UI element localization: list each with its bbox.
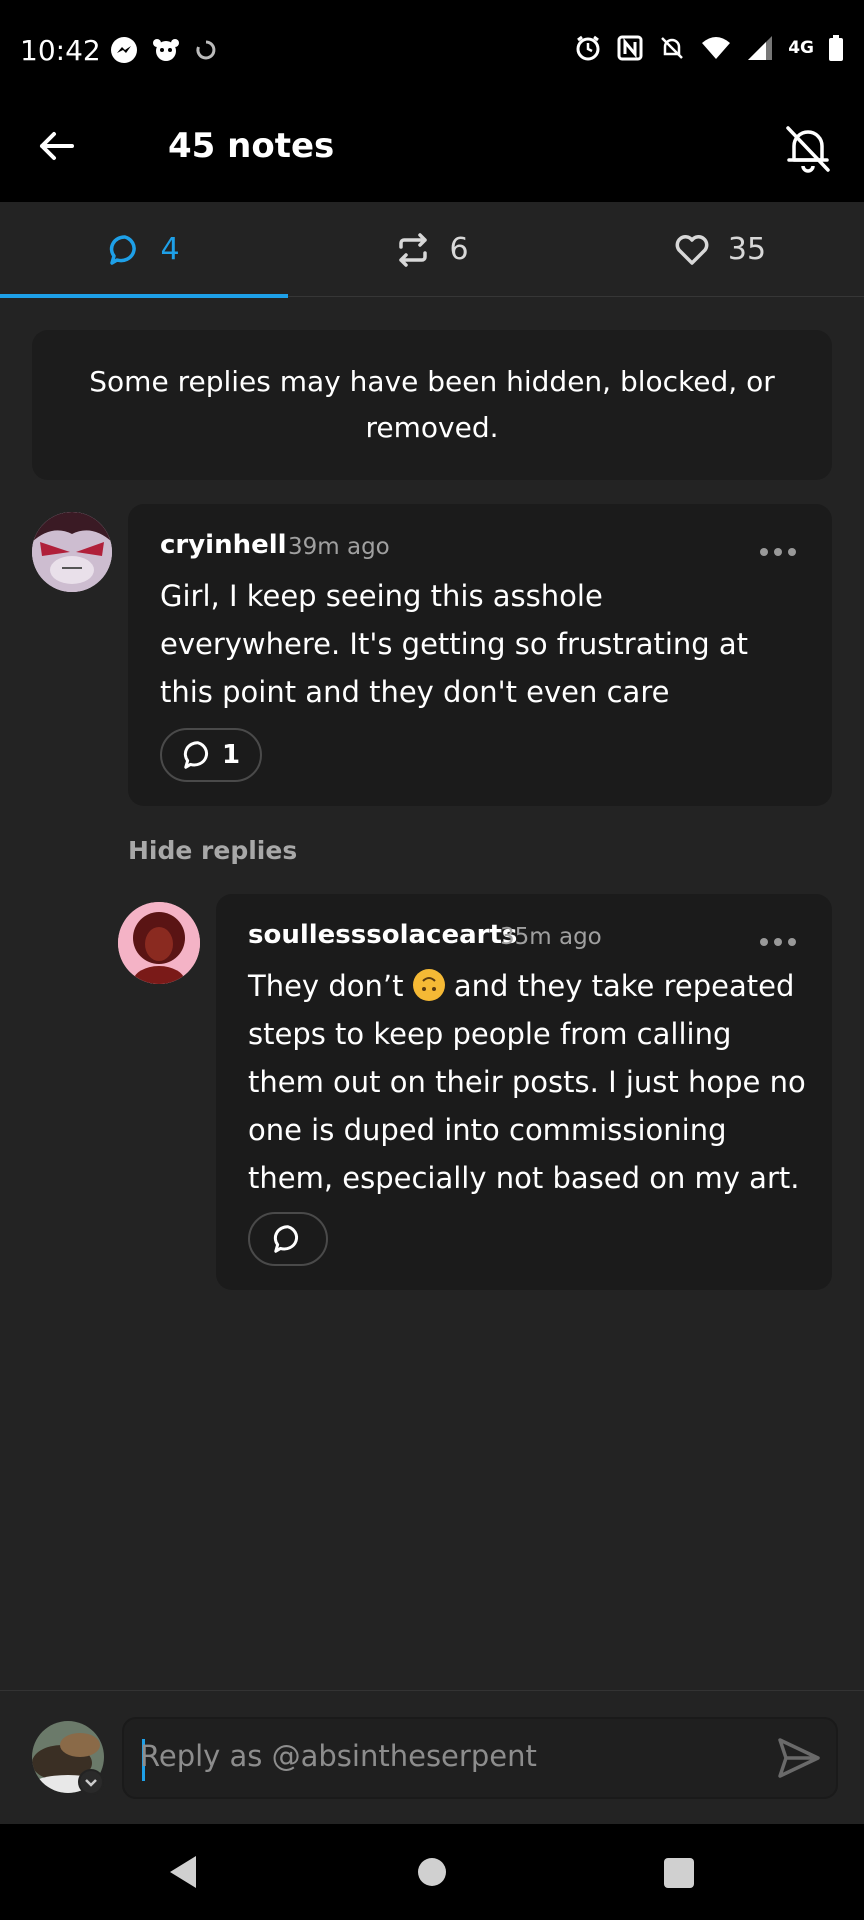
- status-notification-icons: [110, 36, 218, 64]
- mute-notifications-button[interactable]: [780, 120, 836, 176]
- battery-icon: [829, 35, 843, 61]
- nav-back-icon[interactable]: [166, 1854, 198, 1890]
- comment-timestamp: 39m ago: [288, 534, 390, 560]
- arrow-left-icon: [40, 132, 74, 160]
- comment-username[interactable]: cryinhell: [160, 530, 287, 560]
- network-type: 4G: [788, 38, 814, 58]
- reblogs-count: 6: [449, 232, 469, 267]
- status-time: 10:42: [20, 34, 101, 67]
- nfc-icon: [617, 35, 643, 61]
- reply-more-button[interactable]: [760, 936, 796, 948]
- chevron-down-icon: [85, 1779, 97, 1787]
- hidden-replies-notice: Some replies may have been hidden, block…: [32, 330, 832, 480]
- reply-bubble: soullesssolacearts 35m ago They don’t an…: [216, 894, 832, 1290]
- comment-icon: [110, 234, 137, 265]
- reply-input[interactable]: Reply as @absintheserpent: [122, 1717, 838, 1799]
- messenger-icon: [111, 37, 137, 63]
- reply-to-reply-button[interactable]: [248, 1212, 328, 1266]
- avatar-image: [32, 512, 112, 592]
- comment-icon: [273, 1225, 299, 1253]
- account-switcher-button[interactable]: [78, 1769, 104, 1795]
- tab-replies[interactable]: 4: [0, 202, 288, 298]
- app-bar: 45 notes: [0, 100, 864, 202]
- alarm-icon: [576, 35, 600, 61]
- comment-text: Girl, I keep seeing this asshole everywh…: [160, 579, 749, 709]
- likes-count: 35: [727, 232, 767, 267]
- signal-icon: [748, 36, 773, 60]
- nav-home-button[interactable]: [418, 1858, 446, 1886]
- upside-down-face-emoji-icon: [412, 969, 445, 1001]
- status-bar: 10:42 4G: [0, 0, 864, 100]
- tab-likes[interactable]: 35: [576, 202, 864, 297]
- page-title: 45 notes: [168, 126, 335, 166]
- comment-bubble: cryinhell 39m ago Girl, I keep seeing th…: [128, 504, 832, 806]
- reply-timestamp: 35m ago: [500, 924, 602, 950]
- reply-text-part: They don’t: [248, 969, 404, 1003]
- reply-count: 1: [221, 740, 241, 770]
- tab-reblogs[interactable]: 6: [288, 202, 576, 297]
- notifications-off-icon: [661, 37, 684, 59]
- reply-username[interactable]: soullesssolacearts: [248, 920, 517, 950]
- bell-off-icon: [786, 126, 830, 173]
- avatar-image: [118, 902, 200, 984]
- comment-more-button[interactable]: [760, 546, 796, 558]
- avatar[interactable]: [32, 512, 112, 592]
- system-nav-bar: [0, 1824, 864, 1920]
- wifi-icon: [702, 37, 731, 59]
- reblog-icon: [399, 232, 428, 267]
- reply-input-placeholder: Reply as @absintheserpent: [140, 1739, 537, 1773]
- reply-count-button[interactable]: 1: [160, 728, 262, 782]
- replies-count: 4: [160, 232, 180, 267]
- active-tab-indicator: [0, 294, 288, 298]
- status-system-icons: 4G: [574, 34, 844, 62]
- send-button[interactable]: [776, 1735, 822, 1781]
- nav-recents-button[interactable]: [664, 1858, 694, 1888]
- comment-icon: [183, 741, 208, 769]
- heart-icon: [675, 234, 709, 265]
- send-icon: [778, 1738, 820, 1778]
- game-app-icon: [153, 39, 179, 61]
- hide-replies-link[interactable]: Hide replies: [128, 836, 297, 865]
- sync-icon: [196, 40, 216, 60]
- back-button[interactable]: [36, 126, 76, 166]
- reply-text: They don’t and they take repeated steps …: [248, 962, 808, 1202]
- notes-tabs: 4 6 35: [0, 202, 864, 298]
- reply-composer: Reply as @absintheserpent: [0, 1690, 864, 1824]
- avatar[interactable]: [118, 902, 200, 984]
